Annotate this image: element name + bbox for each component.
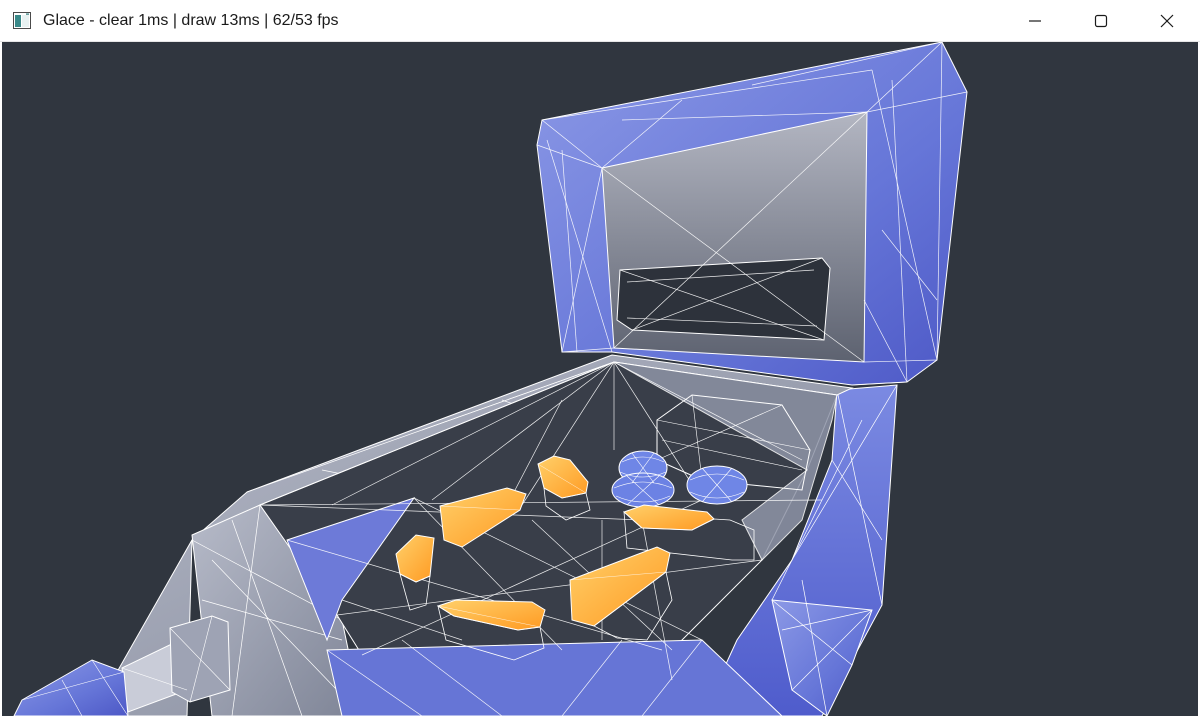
minimize-button[interactable] xyxy=(1002,0,1068,42)
title-bar[interactable]: Glace - clear 1ms | draw 13ms | 62/53 fp… xyxy=(0,0,1200,42)
maximize-icon xyxy=(1094,14,1108,28)
window-title: Glace - clear 1ms | draw 13ms | 62/53 fp… xyxy=(43,12,339,29)
app-window: Glace - clear 1ms | draw 13ms | 62/53 fp… xyxy=(0,0,1200,716)
maximize-button[interactable] xyxy=(1068,0,1134,42)
app-window-icon xyxy=(13,12,31,29)
backbox xyxy=(536,42,968,386)
close-icon xyxy=(1160,14,1174,28)
render-viewport[interactable] xyxy=(2,42,1198,716)
minimize-icon xyxy=(1029,20,1041,22)
pinball-scene xyxy=(13,42,968,716)
close-button[interactable] xyxy=(1134,0,1200,42)
